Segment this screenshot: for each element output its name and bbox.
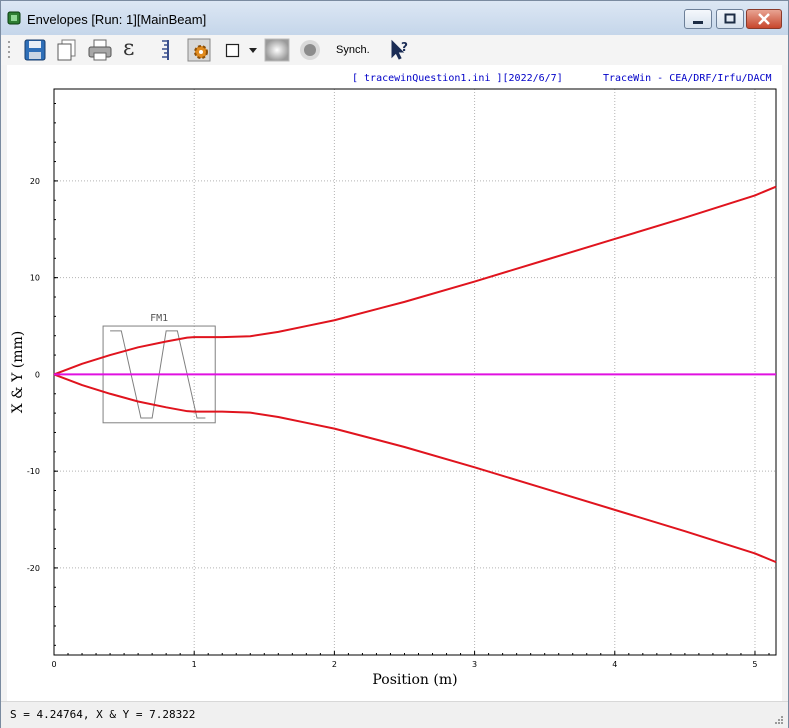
x-tick-label: 2 [332,660,337,669]
beam-spot-icon[interactable] [264,38,290,62]
series-upper [53,185,777,376]
print-icon[interactable] [87,38,113,62]
app-icon [7,11,21,25]
resize-grip-icon[interactable] [774,715,784,725]
y-axis-label: X & Y (mm) [10,331,26,414]
minimize-button[interactable] [684,9,712,29]
window-title: Envelopes [Run: 1][MainBeam] [27,12,207,27]
scale-icon[interactable] [156,38,176,62]
envelopes-window: Envelopes [Run: 1][MainBeam] ε Synch. ? … [0,0,789,728]
minimize-icon [693,21,703,24]
y-tick-label: -10 [27,467,40,476]
copy-icon[interactable] [55,38,79,62]
x-axis-label: Position (m) [372,672,457,688]
series-lower [53,373,777,564]
settings-icon[interactable] [187,38,211,62]
x-tick-label: 5 [752,660,757,669]
beam-dot-icon[interactable] [297,38,323,62]
axis-ticks: 0 1 2 3 4 5 -20 -10 0 10 20 [27,103,770,669]
toolbar: ε Synch. ? [1,35,788,65]
y-tick-label: 20 [30,177,40,186]
close-icon [758,13,770,25]
plot-frame [53,88,777,656]
envelope-series [53,185,777,564]
envelope-chart[interactable]: 0 1 2 3 4 5 -20 -10 0 10 20 Position (m) X & Y (mm… [7,65,782,701]
dropdown-arrow-icon[interactable] [247,38,259,62]
frame-checkbox[interactable] [225,38,241,62]
plot-area[interactable]: [ tracewinQuestion1.ini ][2022/6/7] Trac… [7,65,782,701]
x-tick-label: 1 [192,660,197,669]
x-tick-label: 3 [472,660,477,669]
y-tick-label: 0 [35,370,40,379]
element-label: FM1 [150,313,168,324]
maximize-button[interactable] [716,9,744,29]
x-tick-label: 0 [51,660,56,669]
cursor-readout: S = 4.24764, X & Y = 7.28322 [10,708,196,721]
maximize-icon [724,13,736,24]
status-bar: S = 4.24764, X & Y = 7.28322 [1,701,788,728]
grid-lines [54,89,776,655]
synch-button[interactable]: Synch. [336,44,370,56]
save-icon[interactable] [23,38,47,62]
y-tick-label: -20 [27,564,40,573]
help-pointer-icon[interactable]: ? [389,38,411,62]
toolbar-grip [8,41,10,58]
y-tick-label: 10 [30,274,40,283]
svg-text:?: ? [401,40,408,54]
close-button[interactable] [746,9,782,29]
title-bar: Envelopes [Run: 1][MainBeam] [1,1,788,35]
x-tick-label: 4 [612,660,617,669]
emittance-icon[interactable]: ε [123,37,134,61]
